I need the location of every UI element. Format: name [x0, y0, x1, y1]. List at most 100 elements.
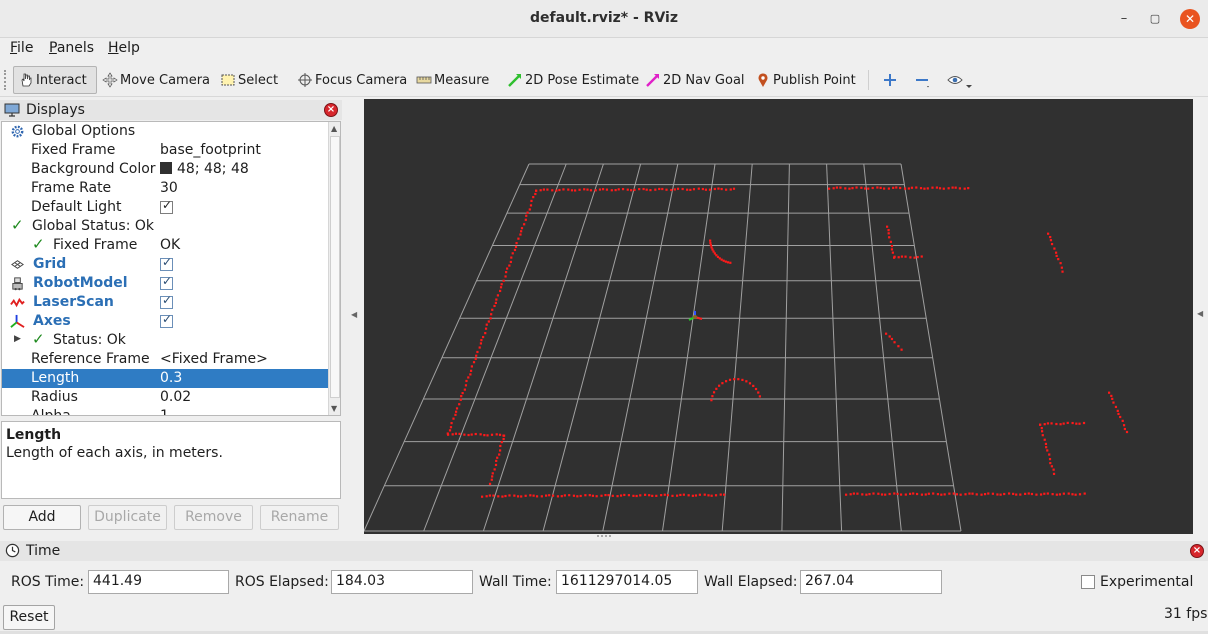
- scan-point: [546, 188, 549, 191]
- tree-row-default-light[interactable]: Default Light: [2, 198, 328, 217]
- fixed-frame-value[interactable]: base_footprint: [160, 142, 261, 158]
- scan-point: [938, 187, 942, 190]
- scan-point: [530, 199, 533, 203]
- scan-point: [1074, 493, 1077, 496]
- pose-estimate-tool-button[interactable]: 2D Pose Estimate: [503, 66, 643, 94]
- add-button[interactable]: Add: [3, 505, 81, 530]
- scan-point: [835, 186, 838, 189]
- scan-point: [729, 261, 732, 264]
- scroll-down-icon[interactable]: ▼: [331, 404, 337, 413]
- tree-row-global-status[interactable]: ✓ Global Status: Ok: [2, 216, 328, 236]
- scan-point: [671, 494, 674, 497]
- close-panel-icon[interactable]: ×: [324, 103, 338, 117]
- 3d-render-view[interactable]: [364, 99, 1193, 534]
- expand-arrow-icon[interactable]: ▶: [14, 334, 21, 344]
- duplicate-button[interactable]: Duplicate: [88, 505, 167, 530]
- tree-row-axes[interactable]: Axes: [2, 312, 328, 331]
- scrollbar-thumb[interactable]: [330, 136, 340, 398]
- grid-enabled-checkbox[interactable]: [160, 255, 173, 271]
- toolbar-grip[interactable]: [4, 70, 8, 90]
- scan-point: [968, 492, 971, 495]
- tree-row-global-options[interactable]: Global Options: [2, 122, 328, 141]
- tree-row-radius[interactable]: Radius 0.02: [2, 388, 328, 407]
- background-color-value[interactable]: 48; 48; 48: [160, 161, 249, 177]
- scan-point: [1049, 239, 1053, 242]
- scan-point: [940, 493, 943, 496]
- displays-tree[interactable]: Global Options Fixed Frame base_footprin…: [1, 121, 341, 416]
- scan-point: [480, 339, 483, 342]
- default-light-checkbox[interactable]: [160, 198, 173, 214]
- scan-point: [852, 492, 855, 495]
- tree-row-grid[interactable]: Grid: [2, 255, 328, 274]
- scan-point: [532, 494, 535, 497]
- ros-elapsed-field[interactable]: 184.03: [331, 570, 473, 594]
- close-time-panel-icon[interactable]: ×: [1190, 544, 1204, 558]
- scan-point: [967, 187, 970, 190]
- menu-help[interactable]: Help: [108, 40, 140, 56]
- menu-panels[interactable]: Panels: [49, 40, 94, 56]
- maximize-icon[interactable]: ▢: [1145, 9, 1165, 29]
- tree-row-fixed-frame[interactable]: Fixed Frame base_footprint: [2, 141, 328, 160]
- alpha-value[interactable]: 1: [160, 408, 169, 415]
- right-panel-splitter[interactable]: ◀: [1193, 99, 1208, 534]
- scan-point: [1012, 492, 1015, 495]
- select-tool-button[interactable]: Select: [216, 66, 282, 94]
- scan-point: [848, 187, 851, 190]
- experimental-checkbox[interactable]: [1081, 575, 1095, 589]
- scan-point: [871, 186, 874, 190]
- minimize-icon[interactable]: –: [1114, 9, 1134, 29]
- scan-point: [1123, 427, 1126, 431]
- interact-tool-button[interactable]: Interact: [13, 66, 97, 94]
- collapse-left-icon[interactable]: ◀: [351, 310, 357, 319]
- tree-row-robotmodel[interactable]: RobotModel: [2, 274, 328, 293]
- view-options-button[interactable]: [943, 66, 977, 94]
- vertical-splitter-grip[interactable]: [597, 535, 611, 538]
- wall-elapsed-field[interactable]: 267.04: [800, 570, 942, 594]
- tree-row-status-fixed-frame[interactable]: ✓ Fixed Frame OK: [2, 235, 328, 255]
- remove-button[interactable]: Remove: [174, 505, 253, 530]
- tree-row-reference-frame[interactable]: Reference Frame <Fixed Frame>: [2, 350, 328, 369]
- axes-enabled-checkbox[interactable]: [160, 312, 173, 328]
- scroll-up-icon[interactable]: ▲: [331, 124, 337, 133]
- tree-row-laserscan[interactable]: LaserScan: [2, 293, 328, 312]
- publish-point-tool-button[interactable]: Publish Point: [751, 66, 860, 94]
- scan-point: [1048, 458, 1052, 461]
- tree-row-background-color[interactable]: Background Color 48; 48; 48: [2, 160, 328, 179]
- ros-time-field[interactable]: 441.49: [88, 570, 229, 594]
- focus-camera-tool-button[interactable]: Focus Camera: [293, 66, 411, 94]
- radius-value[interactable]: 0.02: [160, 389, 191, 405]
- menu-file[interactable]: File: [10, 40, 33, 56]
- time-panel-header: Time ×: [0, 541, 1208, 561]
- scan-point: [703, 493, 706, 496]
- frame-rate-value[interactable]: 30: [160, 180, 178, 196]
- tree-row-length[interactable]: Length 0.3: [2, 369, 328, 388]
- scan-point: [509, 260, 512, 264]
- remove-tool-button[interactable]: [910, 66, 936, 94]
- tree-scrollbar[interactable]: ▲ ▼: [328, 122, 340, 415]
- rename-button[interactable]: Rename: [260, 505, 339, 530]
- add-tool-button[interactable]: [878, 66, 904, 94]
- collapse-right-icon[interactable]: ◀: [1197, 309, 1203, 318]
- description-title: Length: [6, 427, 62, 443]
- close-window-icon[interactable]: ✕: [1180, 9, 1200, 29]
- laserscan-enabled-checkbox[interactable]: [160, 293, 173, 309]
- tree-row-axes-status[interactable]: ▶ ✓ Status: Ok: [2, 330, 328, 350]
- nav-goal-tool-button[interactable]: 2D Nav Goal: [641, 66, 749, 94]
- robotmodel-enabled-checkbox[interactable]: [160, 274, 173, 290]
- scan-point: [1047, 232, 1050, 235]
- wall-time-field[interactable]: 1611297014.05: [556, 570, 698, 594]
- scan-point: [687, 494, 690, 497]
- scan-point: [661, 187, 664, 191]
- scan-point: [463, 388, 466, 391]
- reference-frame-value[interactable]: <Fixed Frame>: [160, 351, 268, 367]
- length-value[interactable]: 0.3: [160, 370, 182, 386]
- move-camera-tool-button[interactable]: Move Camera: [98, 66, 214, 94]
- panel-splitter[interactable]: ◀: [345, 100, 362, 534]
- scan-point: [713, 252, 716, 255]
- measure-tool-button[interactable]: Measure: [412, 66, 493, 94]
- tree-row-frame-rate[interactable]: Frame Rate 30: [2, 179, 328, 198]
- tree-row-alpha[interactable]: Alpha 1: [2, 407, 328, 415]
- scan-point: [498, 449, 502, 452]
- reset-button[interactable]: Reset: [3, 605, 55, 630]
- scan-point: [490, 478, 493, 481]
